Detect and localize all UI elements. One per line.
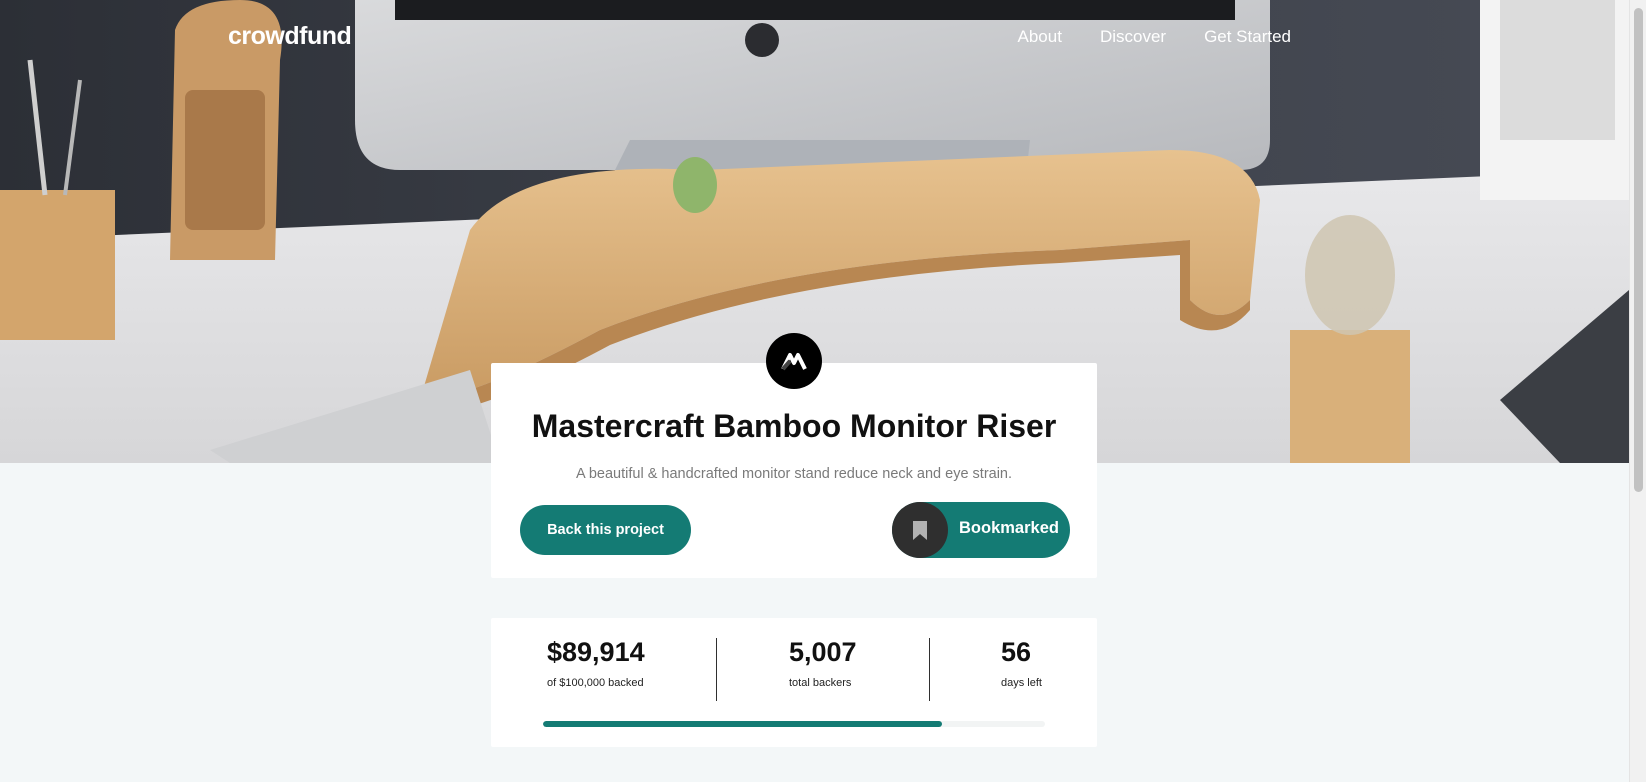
bookmark-button[interactable]: Bookmarked [892,502,1070,558]
stat-divider [929,638,930,701]
bookmark-icon [892,502,948,558]
days-left-label: days left [1001,677,1042,689]
backers-count: 5,007 [789,637,857,667]
backed-label: of $100,000 backed [547,677,644,689]
days-left-count: 56 [1001,637,1032,667]
project-subtitle: A beautiful & handcrafted monitor stand … [575,466,1013,482]
project-title: Mastercraft Bamboo Monitor Riser [531,408,1057,444]
main-nav: About Discover Get Started [1018,27,1292,47]
funding-progress-fill [543,721,943,727]
funding-progress-bar [543,721,1045,727]
mastercraft-logo-icon [766,333,822,389]
stat-divider [716,638,717,701]
nav-link-discover[interactable]: Discover [1100,27,1166,47]
bookmark-label: Bookmarked [959,519,1059,537]
backers-label: total backers [789,677,852,689]
nav-link-get-started[interactable]: Get Started [1204,27,1291,47]
site-logo[interactable]: crowdfund [228,22,352,51]
backed-amount: $89,914 [547,637,645,667]
stats-card: $89,914 of $100,000 backed 5,007 total b… [491,618,1097,747]
page-scrollbar[interactable] [1629,0,1646,782]
stat-days: 56 days left [1001,637,1042,689]
back-project-button[interactable]: Back this project [520,505,691,555]
stat-backed: $89,914 of $100,000 backed [547,637,645,689]
stat-backers: 5,007 total backers [789,637,857,689]
project-card: Mastercraft Bamboo Monitor Riser A beaut… [491,333,1097,578]
nav-link-about[interactable]: About [1018,27,1062,47]
scrollbar-thumb[interactable] [1634,8,1643,492]
